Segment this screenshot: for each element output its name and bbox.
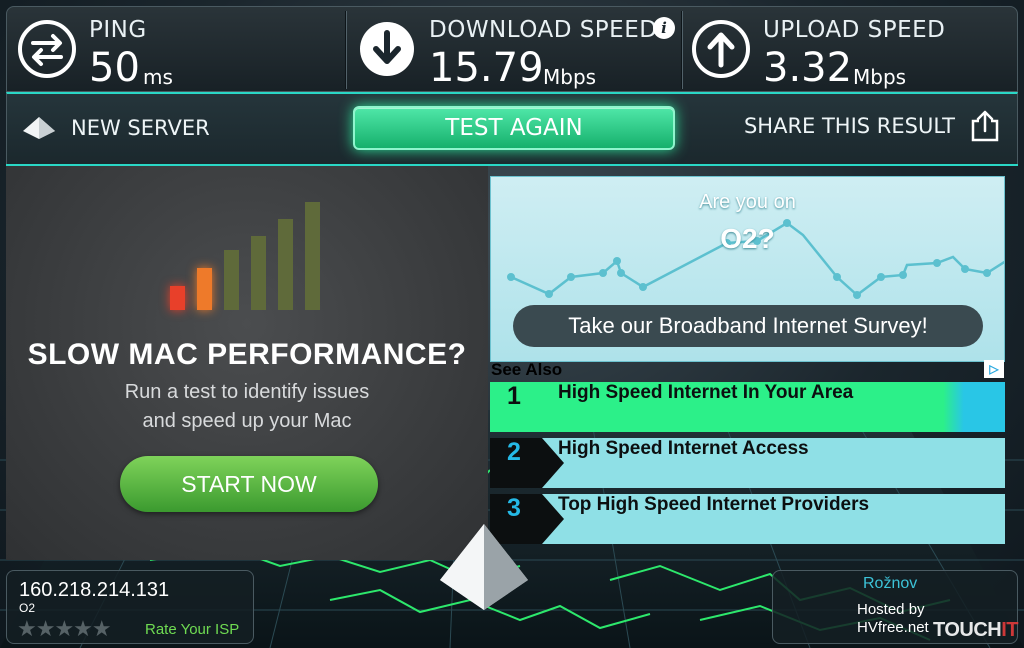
ad-question-line: Are you on [699,191,796,213]
signal-bar [278,219,293,310]
download-value: 15.79 [429,45,544,91]
ping-label: PING [89,17,147,43]
signal-bar [170,286,185,310]
upload-metric: UPLOAD SPEED 3.32 Mbps [685,7,1019,93]
broadband-survey-ad[interactable]: Are you on O2? Take our Broadband Intern… [490,176,1005,362]
ad-headline: SLOW MAC PERFORMANCE? [27,338,467,371]
hosted-by-label: Hosted by [857,601,925,618]
start-now-button[interactable]: START NOW [120,456,378,512]
ad-subtext-line: Run a test to identify issues [124,381,370,403]
upload-value: 3.32 [763,45,853,91]
upload-label: UPLOAD SPEED [763,17,946,43]
survey-button[interactable]: Take our Broadband Internet Survey! [513,305,983,347]
watermark-part: IT [1001,619,1019,641]
download-metric: DOWNLOAD SPEED 15.79 Mbps i [349,7,683,93]
download-unit: Mbps [543,65,597,89]
test-again-button[interactable]: TEST AGAIN [353,106,675,150]
ad-question-operator: O2? [720,223,775,254]
rate-isp-link[interactable]: Rate Your ISP [145,621,239,638]
watermark-part: TOUCH [933,619,1002,641]
link-text: High Speed Internet In Your Area [558,382,854,403]
signal-bar [197,268,212,310]
touchit-watermark: TOUCHIT [933,619,1019,642]
info-icon[interactable]: i [653,17,675,39]
divider [345,11,347,89]
server-city: Rožnov [863,575,918,592]
sponsored-link[interactable]: 1 High Speed Internet In Your Area [490,382,1005,432]
signal-bar [224,250,239,310]
download-label: DOWNLOAD SPEED [429,17,658,43]
link-number: 1 [507,382,521,410]
isp-name: O2 [19,601,36,615]
ping-value: 50 [89,45,140,91]
adchoices-icon[interactable]: ▷ [984,360,1004,378]
share-icon [971,110,999,142]
rating-stars[interactable]: ★★★★★ [17,617,112,642]
link-number: 2 [507,438,521,466]
action-bar: NEW SERVER TEST AGAIN SHARE THIS RESULT [6,92,1018,164]
ip-address: 160.218.214.131 [19,579,170,601]
sponsored-link[interactable]: 2 High Speed Internet Access [490,438,1005,488]
link-text: High Speed Internet Access [558,438,809,459]
ping-unit: ms [143,65,173,89]
share-label: SHARE THIS RESULT [743,114,955,138]
download-arrow-icon [355,17,419,81]
see-also-title: See Also [491,360,563,379]
link-text: Top High Speed Internet Providers [558,494,870,515]
divider [681,11,683,89]
ad-subtext-line: and speed up your Mac [142,410,352,432]
server-pyramid-icon [23,117,55,139]
results-bar: PING 50 ms DOWNLOAD SPEED 15.79 Mbps i U… [6,6,1018,92]
host-name: HVfree.net [857,619,929,636]
upload-arrow-icon [689,17,753,81]
server-pyramid-marker[interactable] [436,522,532,612]
ad-subtext: Run a test to identify issues and speed … [6,378,488,436]
sponsored-link[interactable]: 3 Top High Speed Internet Providers [490,494,1005,544]
speedtest-app: PING 50 ms DOWNLOAD SPEED 15.79 Mbps i U… [0,0,1024,648]
upload-unit: Mbps [853,65,907,89]
mac-performance-ad[interactable]: SLOW MAC PERFORMANCE? Run a test to iden… [6,166,488,560]
share-result-button[interactable]: SHARE THIS RESULT [744,108,1001,144]
ping-arrows-icon [15,17,79,81]
signal-bar [305,202,320,310]
ping-metric: PING 50 ms [7,7,347,93]
new-server-label: NEW SERVER [71,116,210,140]
signal-bar [251,236,266,310]
client-info-panel: 160.218.214.131 O2 ★★★★★ Rate Your ISP [6,570,254,644]
new-server-button[interactable]: NEW SERVER [21,112,210,144]
